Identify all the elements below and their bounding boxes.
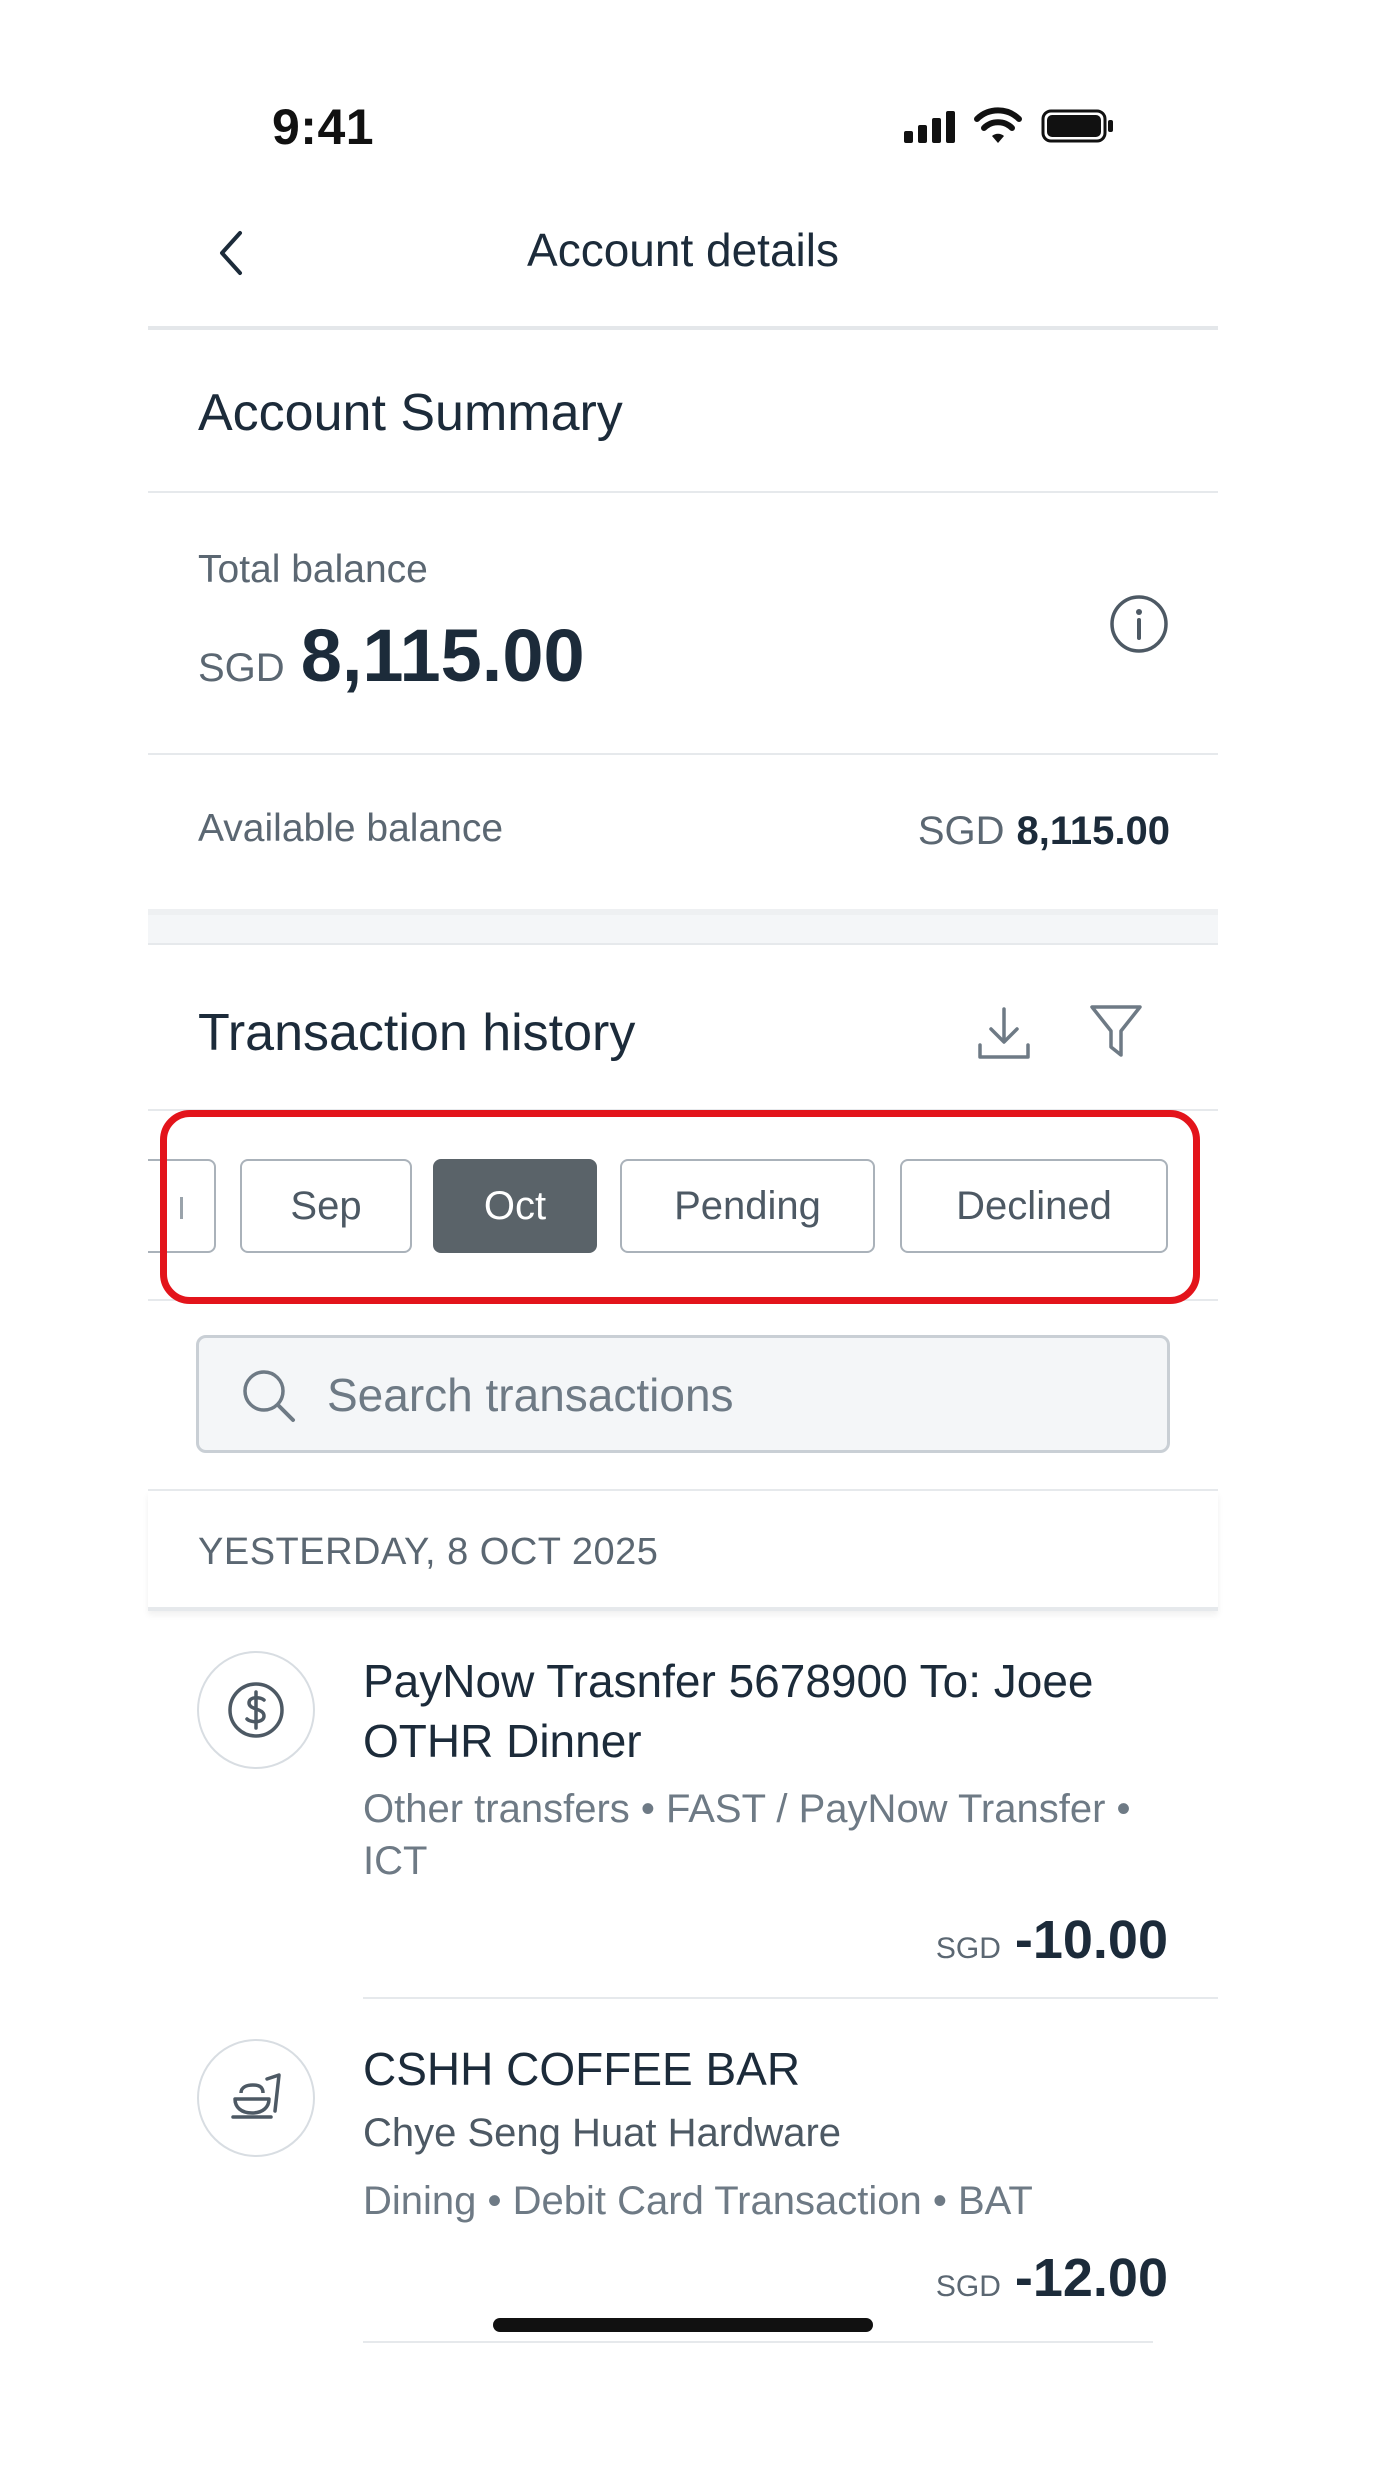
chip-pending[interactable]: Pending <box>620 1159 875 1253</box>
search-box[interactable] <box>196 1335 1170 1453</box>
transaction-item[interactable]: CSHH COFFEE BAR Chye Seng Huat Hardware … <box>197 1999 1168 2343</box>
search-input[interactable] <box>327 1356 1147 1434</box>
home-indicator <box>493 2318 873 2332</box>
total-balance-amount: 8,115.00 <box>300 614 585 697</box>
transaction-amount-value: -10.00 <box>1014 1910 1168 1970</box>
available-balance-value: SGD 8,115.00 <box>918 809 1170 854</box>
transaction-item[interactable]: PayNow Trasnfer 5678900 To: Joee OTHR Di… <box>197 1611 1218 1999</box>
transaction-title: PayNow Trasnfer 5678900 To: Joee OTHR Di… <box>363 1655 1094 1767</box>
transaction-title: CSHH COFFEE BAR <box>363 2043 801 2095</box>
month-filter-chips: Sep Oct Pending Declined <box>148 1111 1218 1301</box>
chip-previous-partial[interactable] <box>148 1159 216 1253</box>
status-bar: 9:41 <box>0 0 1374 200</box>
battery-icon <box>1041 109 1113 143</box>
cellular-signal-icon <box>904 109 955 143</box>
transaction-history-header: Transaction history <box>148 945 1218 1111</box>
dollar-circle-icon <box>197 1651 315 1769</box>
info-icon[interactable] <box>1108 593 1170 655</box>
date-group-header: YESTERDAY, 8 OCT 2025 <box>148 1491 1218 1611</box>
available-balance-amount: 8,115.00 <box>1016 809 1171 853</box>
transaction-amount: SGD -12.00 <box>936 2247 1168 2309</box>
nav-bar: Account details <box>148 195 1218 330</box>
download-icon[interactable] <box>974 1003 1034 1065</box>
chip-oct[interactable]: Oct <box>433 1159 597 1253</box>
available-balance-label: Available balance <box>198 807 504 850</box>
status-icons <box>904 106 1115 146</box>
transaction-subtitle: Dining • Debit Card Transaction • BAT <box>363 2179 1033 2223</box>
filter-icon[interactable] <box>1088 1001 1144 1063</box>
wifi-icon <box>974 107 1022 143</box>
total-balance-card: Total balance SGD 8,115.00 <box>148 493 1218 755</box>
transaction-currency: SGD <box>935 2270 1001 2303</box>
transaction-history-title: Transaction history <box>198 1004 636 1062</box>
transaction-currency: SGD <box>935 1932 1001 1965</box>
chip-declined[interactable]: Declined <box>900 1159 1168 1253</box>
transaction-merchant: Chye Seng Huat Hardware <box>363 2111 842 2155</box>
available-balance-currency: SGD <box>917 809 1005 853</box>
total-balance-label: Total balance <box>198 548 428 591</box>
account-summary-heading: Account Summary <box>148 335 1218 493</box>
dining-icon <box>197 2039 315 2157</box>
search-icon <box>243 1370 295 1422</box>
transaction-amount-value: -12.00 <box>1014 2248 1168 2308</box>
available-balance-row: Available balance SGD 8,115.00 <box>148 755 1218 915</box>
total-balance-currency: SGD <box>198 646 285 690</box>
chip-sep[interactable]: Sep <box>240 1159 412 1253</box>
search-section <box>148 1301 1218 1491</box>
transaction-subtitle: Other transfers • FAST / PayNow Transfer… <box>363 1787 1131 1883</box>
transaction-amount: SGD -10.00 <box>936 1909 1168 1971</box>
page-title: Account details <box>527 224 839 276</box>
account-details-content: Account Summary Total balance SGD 8,115.… <box>148 335 1218 2343</box>
status-time: 9:41 <box>272 99 375 155</box>
total-balance-row: SGD 8,115.00 <box>198 613 585 698</box>
section-divider <box>148 915 1218 945</box>
